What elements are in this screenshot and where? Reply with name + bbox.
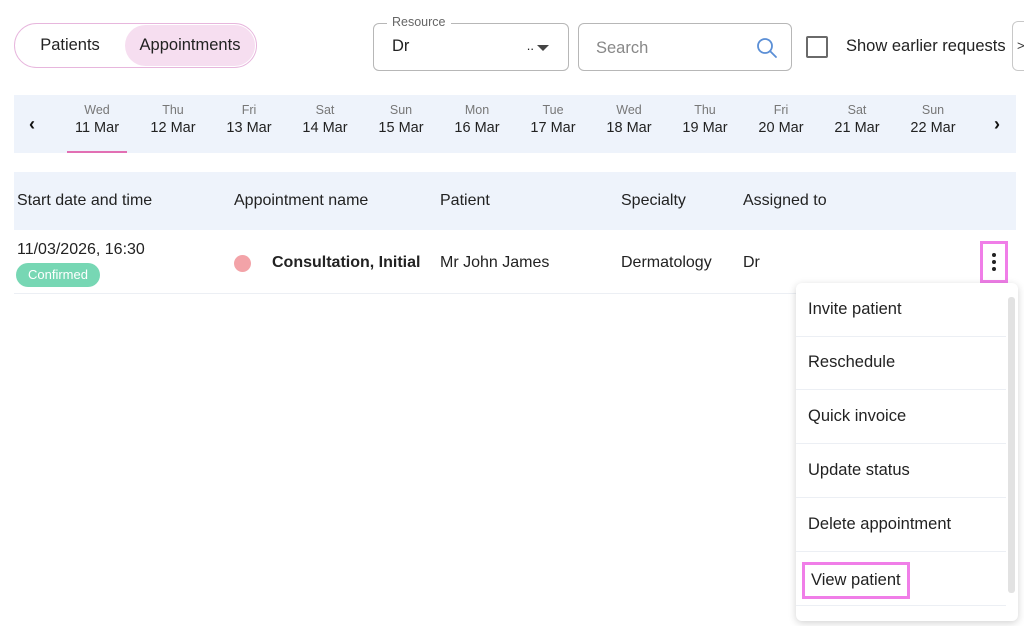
day-month: 13 Mar xyxy=(226,120,272,136)
view-toggle: Patients Appointments xyxy=(14,23,257,68)
day-of-week: Mon xyxy=(464,103,490,117)
menu-item-label: View patient xyxy=(802,562,910,599)
appointment-name: Consultation, Initial xyxy=(272,254,421,271)
date-22-mar[interactable]: Sun 22 Mar xyxy=(895,95,971,153)
day-of-week: Wed xyxy=(84,103,110,117)
day-of-week: Sun xyxy=(389,103,413,117)
day-of-week: Wed xyxy=(616,103,642,117)
day-month: 21 Mar xyxy=(834,120,880,136)
show-earlier-label[interactable]: Show earlier requests xyxy=(846,37,1006,56)
day-month: 17 Mar xyxy=(530,120,576,136)
date-11-mar[interactable]: Wed 11 Mar xyxy=(59,95,135,153)
menu-item-delete-appointment[interactable]: Delete appointment xyxy=(796,498,1006,552)
menu-item-quick-invoice[interactable]: Quick invoice xyxy=(796,390,1006,444)
header-assigned-to[interactable]: Assigned to xyxy=(743,192,827,210)
date-13-mar[interactable]: Fri 13 Mar xyxy=(211,95,287,153)
menu-item-label: Invite patient xyxy=(808,300,902,318)
day-of-week: Fri xyxy=(773,103,789,117)
day-of-week: Sat xyxy=(315,103,335,117)
menu-item-reschedule[interactable]: Reschedule xyxy=(796,336,1006,390)
date-19-mar[interactable]: Thu 19 Mar xyxy=(667,95,743,153)
patient-name: Mr John James xyxy=(440,254,550,271)
patients-tab[interactable]: Patients xyxy=(17,25,123,66)
date-15-mar[interactable]: Sun 15 Mar xyxy=(363,95,439,153)
day-month: 15 Mar xyxy=(378,120,424,136)
day-of-week: Sat xyxy=(847,103,867,117)
menu-item-update-status[interactable]: Update status xyxy=(796,444,1006,498)
table-header: Start date and time Appointment name Pat… xyxy=(14,172,1016,230)
assigned-to: Dr xyxy=(743,254,760,271)
chevron-right-icon[interactable]: › xyxy=(985,112,1009,136)
date-14-mar[interactable]: Sat 14 Mar xyxy=(287,95,363,153)
date-20-mar[interactable]: Fri 20 Mar xyxy=(743,95,819,153)
day-month: 16 Mar xyxy=(454,120,500,136)
menu-item-label: Delete appointment xyxy=(808,515,952,533)
day-month: 14 Mar xyxy=(302,120,348,136)
day-month: 22 Mar xyxy=(910,120,956,136)
day-of-week: Thu xyxy=(162,103,184,117)
menu-item-label: Update status xyxy=(808,461,910,479)
search-box xyxy=(578,23,792,71)
date-21-mar[interactable]: Sat 21 Mar xyxy=(819,95,895,153)
day-of-week: Tue xyxy=(542,103,564,117)
day-month: 18 Mar xyxy=(606,120,652,136)
day-month: 12 Mar xyxy=(150,120,196,136)
header-start[interactable]: Start date and time xyxy=(17,192,152,210)
resource-label: Resource xyxy=(387,15,451,29)
header-specialty[interactable]: Specialty xyxy=(621,192,686,210)
resource-truncation: .. xyxy=(526,38,534,53)
date-18-mar[interactable]: Wed 18 Mar xyxy=(591,95,667,153)
chevron-left-icon[interactable]: ‹ xyxy=(20,112,44,136)
row-actions-menu: Invite patient Reschedule Quick invoice … xyxy=(796,283,1018,621)
appointment-color-dot xyxy=(234,255,251,272)
date-12-mar[interactable]: Thu 12 Mar xyxy=(135,95,211,153)
day-month: 19 Mar xyxy=(682,120,728,136)
header-appointment-name[interactable]: Appointment name xyxy=(234,192,368,210)
day-month: 11 Mar xyxy=(74,120,120,136)
search-icon[interactable] xyxy=(755,36,779,60)
menu-scrollbar[interactable] xyxy=(1008,297,1015,593)
resource-value: Dr xyxy=(392,37,410,55)
specialty: Dermatology xyxy=(621,254,712,271)
status-badge: Confirmed xyxy=(16,263,100,287)
chevron-right-icon[interactable]: > xyxy=(1012,21,1024,71)
menu-item-view-patient[interactable]: View patient xyxy=(796,552,1006,606)
appointments-tab[interactable]: Appointments xyxy=(125,25,255,66)
menu-item-label: Reschedule xyxy=(808,353,896,371)
menu-item-label: Quick invoice xyxy=(808,407,907,425)
date-16-mar[interactable]: Mon 16 Mar xyxy=(439,95,515,153)
show-earlier-checkbox[interactable] xyxy=(806,36,828,58)
date-strip: ‹ Wed 11 Mar Thu 12 Mar Fri 13 Mar Sat 14 Mar Su… xyxy=(14,95,1016,153)
header-patient[interactable]: Patient xyxy=(440,192,490,210)
start-datetime: 11/03/2026, 16:30 xyxy=(17,241,145,258)
resource-select[interactable]: Resource Dr .. xyxy=(373,15,569,71)
day-of-week: Sun xyxy=(921,103,945,117)
search-input[interactable] xyxy=(596,36,746,60)
menu-item-invite-patient[interactable]: Invite patient xyxy=(796,283,1006,337)
caret-down-icon xyxy=(537,45,549,51)
day-month: 20 Mar xyxy=(758,120,804,136)
day-of-week: Thu xyxy=(694,103,716,117)
more-options-icon[interactable] xyxy=(980,241,1008,283)
day-of-week: Fri xyxy=(241,103,257,117)
date-17-mar[interactable]: Tue 17 Mar xyxy=(515,95,591,153)
